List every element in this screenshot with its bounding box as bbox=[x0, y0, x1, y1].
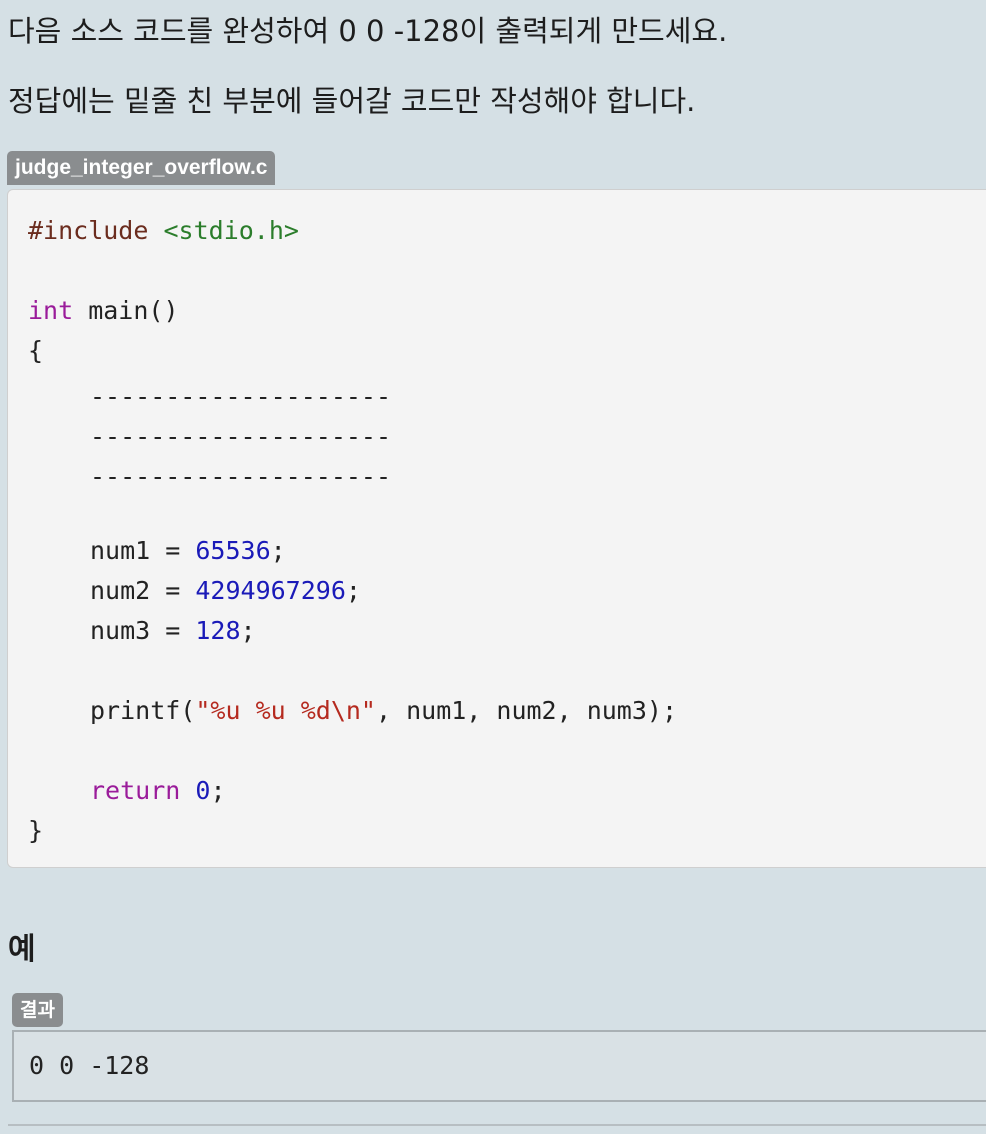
code-line-main: int main() bbox=[28, 291, 179, 331]
code-line-include: #include <stdio.h> bbox=[28, 211, 299, 251]
result-output-text: 0 0 -128 bbox=[29, 1051, 150, 1080]
blank-line-1[interactable]: -------------------- bbox=[90, 377, 391, 417]
blank-line-2[interactable]: -------------------- bbox=[90, 417, 391, 457]
num3-value: 128 bbox=[195, 616, 241, 645]
semicolon: ; bbox=[210, 776, 226, 805]
code-filename-tag: judge_integer_overflow.c bbox=[7, 151, 276, 185]
include-header: <stdio.h> bbox=[163, 216, 299, 245]
code-line-printf: printf("%u %u %d\n", num1, num2, num3); bbox=[90, 691, 677, 731]
code-line-num2: num2 = 4294967296; bbox=[90, 571, 361, 611]
printf-arguments: , num1, num2, num3); bbox=[375, 696, 678, 725]
num1-value: 65536 bbox=[195, 536, 271, 565]
num2-assign: num2 = bbox=[90, 576, 196, 605]
code-block: #include <stdio.h> int main() { --------… bbox=[7, 189, 986, 868]
code-line-num3: num3 = 128; bbox=[90, 611, 256, 651]
printf-call: printf( bbox=[90, 696, 196, 725]
num3-assign: num3 = bbox=[90, 616, 196, 645]
num1-assign: num1 = bbox=[90, 536, 196, 565]
instruction-line-1: 다음 소스 코드를 완성하여 0 0 -128이 출력되게 만드세요. bbox=[8, 14, 728, 48]
main-return-type: int bbox=[28, 296, 74, 325]
code-line-num1: num1 = 65536; bbox=[90, 531, 286, 571]
include-directive: #include bbox=[28, 216, 149, 245]
num2-value: 4294967296 bbox=[195, 576, 346, 605]
return-keyword: return bbox=[90, 776, 181, 805]
code-line-close-brace: } bbox=[28, 811, 43, 851]
code-line-return: return 0; bbox=[90, 771, 226, 811]
result-output-box: 0 0 -128 bbox=[12, 1030, 986, 1102]
main-signature: main() bbox=[73, 296, 179, 325]
code-line-open-brace: { bbox=[28, 331, 43, 371]
instruction-line-2: 정답에는 밑줄 친 부분에 들어갈 코드만 작성해야 합니다. bbox=[8, 84, 696, 118]
open-brace: { bbox=[28, 336, 44, 365]
blank-line-3[interactable]: -------------------- bbox=[90, 457, 391, 497]
semicolon: ; bbox=[240, 616, 256, 645]
return-value: 0 bbox=[195, 776, 211, 805]
semicolon: ; bbox=[270, 536, 286, 565]
close-brace: } bbox=[28, 816, 44, 845]
semicolon: ; bbox=[345, 576, 361, 605]
printf-format-string: "%u %u %d\n" bbox=[195, 696, 376, 725]
section-divider bbox=[8, 1124, 986, 1126]
result-label-tag: 결과 bbox=[12, 993, 63, 1027]
example-heading: 예 bbox=[8, 932, 36, 967]
